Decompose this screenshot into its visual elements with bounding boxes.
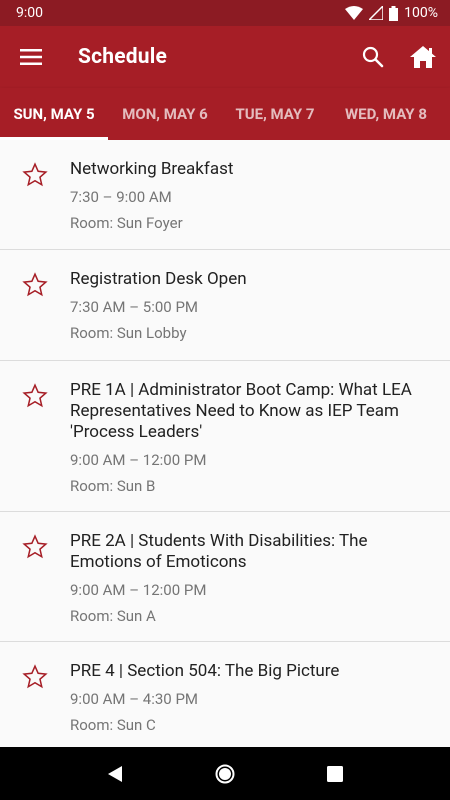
back-icon xyxy=(108,765,122,782)
session-content: Registration Desk Open 7:30 AM – 5:00 PM… xyxy=(70,250,450,360)
session-content: PRE 2A | Students With Disabilities: The… xyxy=(70,512,450,641)
session-time: 7:30 AM – 5:00 PM xyxy=(70,298,199,316)
tab-sun-may-5[interactable]: SUN, MAY 5 xyxy=(0,88,108,140)
favorite-toggle[interactable] xyxy=(0,361,70,511)
session-time: 9:00 AM – 4:30 PM xyxy=(70,690,199,708)
status-bar: 9:00 100% xyxy=(0,0,450,26)
session-room: Room: Sun B xyxy=(70,477,156,495)
star-outline-icon xyxy=(22,383,48,408)
battery-icon xyxy=(389,5,399,21)
session-title: PRE 1A | Administrator Boot Camp: What L… xyxy=(70,380,412,442)
star-outline-icon xyxy=(22,162,48,187)
session-item[interactable]: PRE 4 | Section 504: The Big Picture 9:0… xyxy=(0,642,450,747)
favorite-toggle[interactable] xyxy=(0,642,70,747)
home-circle-icon xyxy=(215,764,235,783)
session-title: PRE 2A | Students With Disabilities: The… xyxy=(70,531,368,572)
session-content: PRE 1A | Administrator Boot Camp: What L… xyxy=(70,361,450,511)
star-outline-icon xyxy=(22,664,48,689)
favorite-toggle[interactable] xyxy=(0,250,70,360)
star-outline-icon xyxy=(22,272,48,297)
session-room: Room: Sun Foyer xyxy=(70,214,183,232)
back-button[interactable] xyxy=(85,747,145,800)
recents-icon xyxy=(327,765,343,782)
session-item[interactable]: PRE 1A | Administrator Boot Camp: What L… xyxy=(0,361,450,512)
home-icon xyxy=(410,46,436,68)
tab-mon-may-6[interactable]: MON, MAY 6 xyxy=(108,88,222,140)
tab-label: TUE, MAY 7 xyxy=(235,105,315,123)
session-time: 7:30 – 9:00 AM xyxy=(70,188,172,206)
session-time: 9:00 AM – 12:00 PM xyxy=(70,581,207,599)
home-button[interactable] xyxy=(398,26,448,88)
app-bar: Schedule xyxy=(0,26,450,88)
tab-label: WED, MAY 8 xyxy=(345,105,427,123)
recents-button[interactable] xyxy=(305,747,365,800)
session-room: Room: Sun A xyxy=(70,607,156,625)
home-nav-button[interactable] xyxy=(195,747,255,800)
tab-tue-may-7[interactable]: TUE, MAY 7 xyxy=(222,88,328,140)
menu-icon xyxy=(20,49,42,65)
tab-wed-may-8[interactable]: WED, MAY 8 xyxy=(328,88,444,140)
page-title: Schedule xyxy=(78,45,168,69)
session-content: Networking Breakfast 7:30 – 9:00 AM Room… xyxy=(70,140,450,249)
session-room: Room: Sun Lobby xyxy=(70,324,187,342)
favorite-toggle[interactable] xyxy=(0,140,70,249)
session-time: 9:00 AM – 12:00 PM xyxy=(70,451,207,469)
session-title: PRE 4 | Section 504: The Big Picture xyxy=(70,661,340,681)
tab-label: MON, MAY 6 xyxy=(122,105,208,123)
session-item[interactable]: Registration Desk Open 7:30 AM – 5:00 PM… xyxy=(0,250,450,361)
system-nav-bar xyxy=(0,747,450,800)
session-content: PRE 4 | Section 504: The Big Picture 9:0… xyxy=(70,642,450,747)
session-title: Registration Desk Open xyxy=(70,269,247,289)
status-time: 9:00 xyxy=(16,5,43,21)
battery-level: 100% xyxy=(404,5,438,21)
date-tabs: SUN, MAY 5 MON, MAY 6 TUE, MAY 7 WED, MA… xyxy=(0,88,450,140)
tab-label: SUN, MAY 5 xyxy=(13,105,95,123)
star-outline-icon xyxy=(22,534,48,559)
session-title: Networking Breakfast xyxy=(70,159,234,179)
wifi-icon xyxy=(345,6,364,20)
menu-button[interactable] xyxy=(0,26,62,88)
search-icon xyxy=(362,46,384,68)
session-item[interactable]: PRE 2A | Students With Disabilities: The… xyxy=(0,512,450,642)
search-button[interactable] xyxy=(348,26,398,88)
favorite-toggle[interactable] xyxy=(0,512,70,641)
status-icons: 100% xyxy=(345,5,438,21)
session-item[interactable]: Networking Breakfast 7:30 – 9:00 AM Room… xyxy=(0,140,450,250)
session-list: Networking Breakfast 7:30 – 9:00 AM Room… xyxy=(0,140,450,747)
signal-icon xyxy=(369,6,384,20)
session-room: Room: Sun C xyxy=(70,716,156,734)
